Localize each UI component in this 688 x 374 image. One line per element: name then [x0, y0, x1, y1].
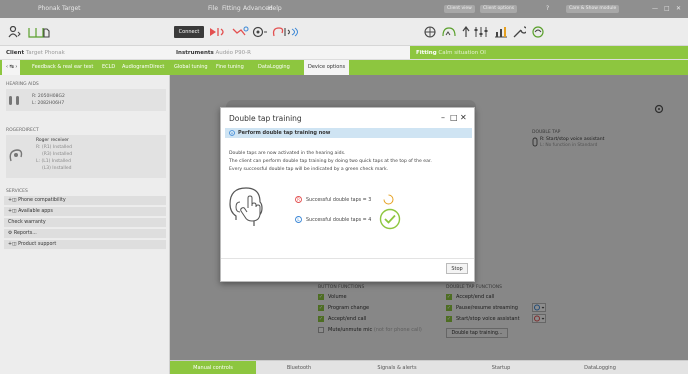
service-product-support[interactable]: +◫ Product support [4, 240, 166, 250]
service-available-apps[interactable]: +◫ Available apps [4, 207, 166, 217]
maximize-icon[interactable]: □ [664, 5, 670, 12]
audiogram-icon[interactable] [232, 26, 250, 41]
hearing-aid-right: R: 2050H08G2 [32, 94, 65, 99]
roger-title: ROGERDIRECT [6, 128, 39, 133]
client-context[interactable]: Client Target Phonak [6, 50, 65, 56]
stop-button[interactable]: Stop [446, 263, 468, 274]
minimize-icon[interactable]: — [652, 5, 658, 12]
roger-r1: R: (R1) Installed [36, 145, 73, 150]
dialog-text-2: The client can perform double tap traini… [229, 159, 432, 164]
connect-aids-icon[interactable] [208, 26, 230, 41]
roger-l3: (L3) Installed [42, 166, 72, 171]
btab-startup[interactable]: Startup [452, 361, 550, 374]
green-check-icon [379, 208, 401, 230]
close-icon[interactable]: ✕ [676, 5, 681, 12]
dialog-close-icon[interactable]: ✕ [460, 113, 467, 122]
globe-icon[interactable] [424, 26, 436, 41]
menu-file[interactable]: File [208, 5, 218, 12]
service-check-warranty[interactable]: Check warranty [4, 218, 166, 228]
hearing-aids-pair-icon[interactable] [272, 26, 300, 41]
hearing-aids-box[interactable]: R: 2050H08G2 L: 2082H06H7 [6, 89, 166, 111]
left-ear-l-icon: L [295, 216, 302, 223]
dialog-text-1: Double taps are now activated in the hea… [229, 151, 346, 156]
instruments-context[interactable]: Instruments Audéo P90-R [176, 50, 251, 56]
roger-receiver-icon [9, 149, 23, 162]
fine-tuning-icon[interactable] [474, 26, 488, 41]
dialog-text-3: Every successful double tap will be indi… [229, 167, 389, 172]
bottom-tab-bar: Manual controls Bluetooth Signals & aler… [170, 360, 688, 374]
btab-datalogging[interactable]: DataLogging [550, 361, 650, 374]
tab-datalogging[interactable]: DataLogging [254, 60, 294, 75]
services-title: SERVICES [6, 189, 28, 194]
svg-text:L: L [297, 217, 300, 222]
service-phone-compatibility[interactable]: +◫ Phone compatibility [4, 196, 166, 206]
feedback-test-icon[interactable] [442, 26, 458, 41]
help-icon[interactable]: ? [546, 5, 549, 12]
menu-help[interactable]: Help [268, 5, 282, 12]
tab-ecld[interactable]: ECLD [98, 60, 119, 75]
plus-icon: +◫ [8, 198, 19, 203]
tab-bar: ‹ ↹ › Feedback & real ear test ECLD Audi… [0, 60, 688, 75]
up-arrow-icon[interactable] [462, 26, 470, 41]
right-tap-status: R Successful double taps = 3 [295, 196, 371, 203]
roger-box[interactable]: Roger receiver R: (R1) Installed (R3) In… [6, 135, 166, 178]
title-bar: Phonak Target File Fitting Advanced Help… [0, 0, 688, 18]
fitting-context[interactable]: Fitting Calm situation OI [410, 46, 688, 60]
datalogging-icon[interactable] [494, 26, 508, 41]
tab-audiogramdirect[interactable]: AudiogramDirect [118, 60, 168, 75]
session-icon[interactable] [28, 26, 50, 41]
client-icon[interactable] [8, 25, 22, 41]
tab-fine-tuning[interactable]: Fine tuning [212, 60, 248, 75]
service-reports[interactable]: ⚙ Reports... [4, 229, 166, 239]
app-title: Phonak Target [38, 5, 81, 12]
roger-receiver-label: Roger receiver [36, 138, 69, 143]
right-ear-r-icon: R [295, 196, 302, 203]
svg-text:R: R [297, 197, 300, 202]
left-panel: HEARING AIDS R: 2050H08G2 L: 2082H06H7 R… [0, 75, 170, 374]
hearing-aid-left: L: 2082H06H7 [32, 101, 65, 106]
tab-feedback[interactable]: Feedback & real ear test [28, 60, 97, 75]
dialog-minimize-icon[interactable]: – [441, 113, 445, 122]
hearing-aid-device-icon [9, 96, 19, 105]
care-show-button[interactable]: Care & Show module [566, 5, 620, 13]
hearing-aid-settings-icon[interactable] [252, 26, 268, 41]
client-options-button[interactable]: Client options [480, 5, 518, 13]
dialog-banner: Perform double tap training now [225, 128, 472, 138]
tab-device-options[interactable]: Device options [304, 60, 350, 75]
loading-spinner-icon [383, 194, 394, 205]
double-tap-training-dialog: Double tap training – □ ✕ Perform double… [220, 107, 475, 282]
tab-global-tuning[interactable]: Global tuning [170, 60, 212, 75]
hearing-aids-title: HEARING AIDS [6, 82, 39, 87]
tools-icon[interactable] [512, 26, 528, 41]
remote-support-icon[interactable] [530, 26, 546, 41]
btab-manual-controls[interactable]: Manual controls [170, 361, 256, 374]
roger-l1: L: (L1) Installed [36, 159, 71, 164]
menu-fitting[interactable]: Fitting [222, 5, 241, 12]
btab-signals-alerts[interactable]: Signals & alerts [342, 361, 452, 374]
head-tap-illustration-icon [229, 187, 263, 226]
dialog-title: Double tap training [229, 114, 302, 123]
toolbar: Connect [0, 18, 688, 46]
left-tap-status: L Successful double taps = 4 [295, 216, 371, 223]
connect-button[interactable]: Connect [174, 26, 204, 38]
dialog-maximize-icon[interactable]: □ [450, 113, 458, 122]
dialog-divider [221, 258, 474, 259]
back-icon[interactable]: ‹ ↹ › [2, 60, 20, 75]
client-view-button[interactable]: Client view [444, 5, 475, 13]
info-icon [229, 129, 235, 136]
roger-r3: (R3) Installed [42, 152, 73, 157]
plus-icon: +◫ [8, 209, 19, 214]
plus-icon: +◫ [8, 242, 19, 247]
btab-bluetooth[interactable]: Bluetooth [256, 361, 342, 374]
